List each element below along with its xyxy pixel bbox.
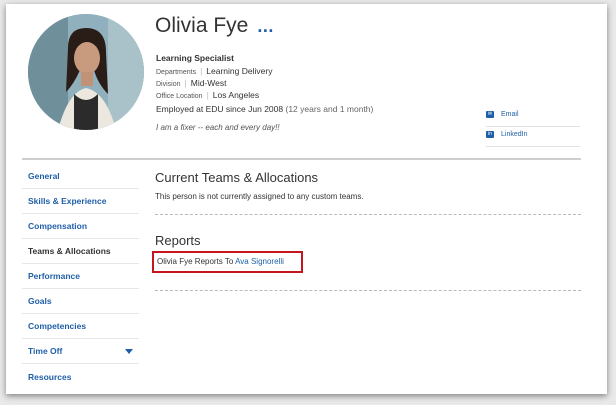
linkedin-icon: in xyxy=(486,131,494,138)
departments-label: Departments xyxy=(156,69,197,76)
avatar xyxy=(28,14,144,130)
sidebar-item-label: Goals xyxy=(28,296,52,306)
more-options-icon[interactable]: ... xyxy=(257,16,274,37)
sidebar-item-resources[interactable]: Resources xyxy=(22,364,139,389)
sidebar-nav: General Skills & Experience Compensation… xyxy=(22,164,139,389)
section-divider xyxy=(155,290,581,291)
sidebar-item-label: Skills & Experience xyxy=(28,196,107,206)
sidebar-item-label: General xyxy=(28,171,60,181)
linkedin-link[interactable]: in LinkedIn xyxy=(486,131,580,138)
chevron-down-icon[interactable] xyxy=(125,349,133,354)
job-title: Learning Specialist xyxy=(156,53,234,63)
office-row: Office Location | Los Angeles xyxy=(156,90,259,100)
envelope-icon: ✉ xyxy=(486,111,494,118)
sidebar-item-label: Compensation xyxy=(28,221,88,231)
profile-quote: I am a fixer -- each and every day!! xyxy=(156,123,280,132)
office-value: Los Angeles xyxy=(212,90,260,100)
sidebar-item-label: Teams & Allocations xyxy=(28,246,111,256)
division-label: Division xyxy=(156,81,181,88)
divider xyxy=(486,146,580,147)
divider xyxy=(486,126,580,127)
sidebar-item-label: Time Off xyxy=(28,346,63,356)
linkedin-label: LinkedIn xyxy=(501,131,528,138)
sidebar-item-label: Performance xyxy=(28,271,80,281)
profile-card: Olivia Fye ... Learning Specialist Depar… xyxy=(6,4,607,394)
sidebar-item-teams-allocations[interactable]: Teams & Allocations xyxy=(22,239,139,264)
office-label: Office Location xyxy=(156,93,203,100)
sidebar-item-general[interactable]: General xyxy=(22,164,139,189)
sidebar-item-goals[interactable]: Goals xyxy=(22,289,139,314)
name-row: Olivia Fye ... xyxy=(155,14,274,38)
separator: | xyxy=(206,90,209,100)
sidebar-item-skills-experience[interactable]: Skills & Experience xyxy=(22,189,139,214)
sidebar-item-compensation[interactable]: Compensation xyxy=(22,214,139,239)
profile-name: Olivia Fye xyxy=(155,14,249,37)
header-divider xyxy=(22,158,581,160)
employed-duration: (12 years and 1 month) xyxy=(285,104,374,114)
manager-link[interactable]: Ava Signorelli xyxy=(235,257,284,266)
profile-photo xyxy=(28,14,144,130)
reports-section-title: Reports xyxy=(155,233,201,248)
teams-empty-message: This person is not currently assigned to… xyxy=(155,192,364,201)
reports-to-highlight: Olivia Fye Reports To Ava Signorelli xyxy=(152,251,303,273)
sidebar-item-performance[interactable]: Performance xyxy=(22,264,139,289)
email-link[interactable]: ✉ Email xyxy=(486,111,580,118)
separator: | xyxy=(200,66,203,76)
reports-to-text: Olivia Fye Reports To xyxy=(157,257,234,266)
separator: | xyxy=(184,78,187,88)
departments-row: Departments | Learning Delivery xyxy=(156,66,272,76)
sidebar-item-label: Competencies xyxy=(28,321,87,331)
email-label: Email xyxy=(501,111,519,118)
employment-info: Employed at EDU since Jun 2008 (12 years… xyxy=(156,104,373,114)
section-divider xyxy=(155,214,581,215)
sidebar-item-time-off[interactable]: Time Off xyxy=(22,339,139,364)
sidebar-item-label: Resources xyxy=(28,371,72,382)
division-value: Mid-West xyxy=(190,78,227,88)
division-row: Division | Mid-West xyxy=(156,78,226,88)
employed-text: Employed at EDU since Jun 2008 xyxy=(156,104,284,114)
sidebar-item-competencies[interactable]: Competencies xyxy=(22,314,139,339)
departments-value: Learning Delivery xyxy=(206,66,273,76)
teams-section-title: Current Teams & Allocations xyxy=(155,170,319,185)
